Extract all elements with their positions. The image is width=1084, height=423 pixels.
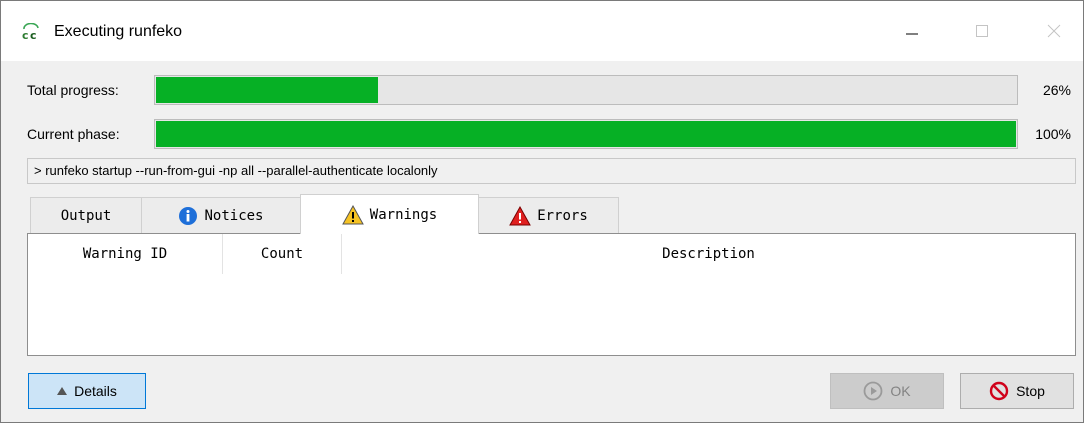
tab-errors-label: Errors <box>537 207 588 224</box>
triangle-up-icon <box>57 387 68 395</box>
stop-icon <box>989 381 1009 401</box>
current-phase-bar <box>154 119 1018 149</box>
details-button-label: Details <box>74 383 117 399</box>
tab-warnings-label: Warnings <box>369 206 438 223</box>
total-progress-fill <box>156 77 379 103</box>
ok-button-label: OK <box>890 383 911 399</box>
column-header-count[interactable]: Count <box>223 234 342 274</box>
tab-warnings[interactable]: Warnings <box>300 194 479 234</box>
close-button <box>1031 15 1077 47</box>
maximize-icon <box>976 25 988 37</box>
tab-errors[interactable]: Errors <box>478 197 619 233</box>
tab-notices[interactable]: Notices <box>141 197 301 233</box>
stop-button-label: Stop <box>1016 383 1045 399</box>
minimize-button[interactable] <box>889 15 935 47</box>
details-button[interactable]: Details <box>28 373 146 409</box>
command-line-text: > runfeko startup --run-from-gui -np all… <box>27 158 1076 184</box>
svg-text:c: c <box>30 29 37 41</box>
tab-output[interactable]: Output <box>30 197 142 233</box>
current-phase-fill <box>156 121 1016 147</box>
stop-button[interactable]: Stop <box>960 373 1074 409</box>
feko-app-icon: c c <box>22 23 39 41</box>
svg-text:c: c <box>22 29 29 41</box>
minimize-icon <box>906 33 918 35</box>
maximize-button <box>959 15 1005 47</box>
total-progress-label: Total progress: <box>27 82 119 98</box>
total-progress-percent: 26% <box>1042 82 1071 98</box>
error-icon <box>509 205 532 225</box>
tab-notices-label: Notices <box>204 207 264 224</box>
total-progress-bar <box>154 75 1018 105</box>
runfeko-dialog: c c Executing runfeko Total progress: 26… <box>0 0 1084 423</box>
column-header-warning-id[interactable]: Warning ID <box>28 234 223 274</box>
title-bar[interactable]: c c Executing runfeko <box>1 1 1083 61</box>
tab-output-label: Output <box>60 207 112 224</box>
warning-icon <box>341 204 364 224</box>
current-phase-label: Current phase: <box>27 126 120 142</box>
window-title: Executing runfeko <box>54 23 183 40</box>
play-circle-icon <box>863 381 883 401</box>
warnings-table[interactable]: Warning ID Count Description <box>27 233 1076 356</box>
close-icon <box>1047 24 1061 38</box>
info-icon <box>179 206 198 225</box>
current-phase-percent: 100% <box>1035 126 1071 142</box>
ok-button[interactable]: OK <box>830 373 944 409</box>
column-header-description[interactable]: Description <box>342 234 1075 274</box>
